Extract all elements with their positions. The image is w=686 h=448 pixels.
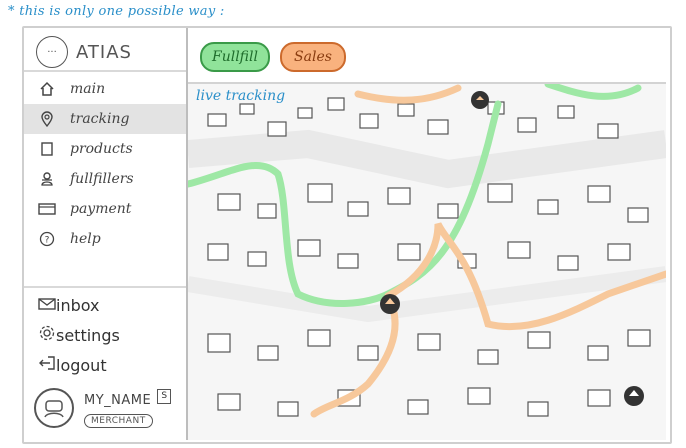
sidebar-item-settings[interactable]: settings xyxy=(24,320,186,350)
sidebar-item-label: logout xyxy=(56,355,107,375)
gear-icon xyxy=(38,324,56,346)
sidebar-item-label: products xyxy=(70,141,133,157)
sidebar-item-logout[interactable]: logout xyxy=(24,350,186,380)
sidebar-divider-top xyxy=(24,70,186,72)
sidebar-item-label: inbox xyxy=(56,295,100,315)
sidebar-item-payment[interactable]: payment xyxy=(24,194,186,224)
user-profile[interactable]: MY_NAME S MERCHANT xyxy=(34,388,172,428)
help-icon: ? xyxy=(38,230,56,248)
secondary-menu: inbox settings logout xyxy=(24,290,186,380)
top-bar: Fullfill Sales xyxy=(188,28,666,84)
location-pin-icon xyxy=(38,110,56,128)
sidebar-item-label: help xyxy=(70,231,101,247)
logout-icon xyxy=(38,355,56,375)
svg-text:?: ? xyxy=(45,236,50,246)
main-menu: main tracking products fullfillers payme… xyxy=(24,74,186,254)
person-icon xyxy=(38,170,56,188)
user-role-badge: MERCHANT xyxy=(84,413,153,428)
logo: ··· ATIAS xyxy=(36,36,132,68)
box-icon xyxy=(38,140,56,158)
courier-marker[interactable] xyxy=(624,386,644,406)
sidebar-item-label: main xyxy=(70,81,106,97)
map-title: live tracking xyxy=(196,88,286,104)
sidebar-item-label: settings xyxy=(56,325,120,345)
sidebar-item-tracking[interactable]: tracking xyxy=(24,104,186,134)
filter-fulfill-button[interactable]: Fullfill xyxy=(200,42,270,72)
avatar xyxy=(34,388,74,428)
app-name: ATIAS xyxy=(76,41,132,63)
sidebar-item-label: payment xyxy=(70,201,132,217)
user-info: MY_NAME S MERCHANT xyxy=(84,388,172,428)
live-tracking-map[interactable]: live tracking xyxy=(188,84,666,440)
courier-marker[interactable] xyxy=(380,294,400,314)
logo-icon: ··· xyxy=(36,36,68,68)
avatar-icon xyxy=(44,400,64,418)
map-canvas xyxy=(188,84,666,440)
sidebar: ··· ATIAS main tracking products fullfil… xyxy=(24,28,188,440)
mail-icon xyxy=(38,296,56,315)
sidebar-item-label: tracking xyxy=(70,111,130,127)
filter-sales-button[interactable]: Sales xyxy=(280,42,346,72)
wallet-icon xyxy=(38,200,56,218)
sidebar-item-fullfillers[interactable]: fullfillers xyxy=(24,164,186,194)
design-note: * this is only one possible way : xyxy=(8,4,225,19)
sidebar-item-label: fullfillers xyxy=(70,171,134,187)
user-badge: S xyxy=(157,388,172,404)
courier-marker[interactable] xyxy=(471,91,489,109)
sidebar-item-inbox[interactable]: inbox xyxy=(24,290,186,320)
sidebar-item-help[interactable]: ? help xyxy=(24,224,186,254)
sidebar-divider-bottom xyxy=(24,286,186,288)
sidebar-item-products[interactable]: products xyxy=(24,134,186,164)
user-name: MY_NAME xyxy=(84,392,152,408)
home-icon xyxy=(38,80,56,98)
sidebar-item-main[interactable]: main xyxy=(24,74,186,104)
